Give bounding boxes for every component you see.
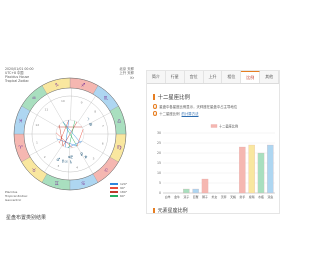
bar (183, 188, 190, 194)
bar (248, 144, 255, 194)
house-number: 2 (44, 155, 46, 159)
zodiac-glyph: ♒ (32, 96, 37, 102)
zodiac-glyph: ♊ (55, 181, 60, 187)
bar (239, 146, 246, 194)
tab-6[interactable]: 比例 (241, 71, 261, 83)
tab-3[interactable]: 宫位 (185, 71, 204, 83)
planet-glyph: ☉ (64, 159, 68, 164)
section-accent-bar (153, 208, 155, 213)
zodiac-glyph: ♉ (32, 168, 37, 174)
info-line-summary: i 星盘中各星座比例显示，天秤座在星盘中占主导地位 (153, 104, 237, 109)
zodiac-glyph: ♌ (104, 168, 108, 174)
method-link[interactable]: 的计算方法 (182, 111, 199, 116)
chart-meta-line: Kr (130, 75, 134, 80)
chart-caption: 星盘布置类别结果 (6, 215, 47, 221)
y-tick-label: 0 (159, 191, 161, 195)
info-method-prefix: 十二星座比例 (159, 112, 180, 116)
tab-bar: 简介 行星 宫位 上升 相位 比例 其他 (147, 71, 280, 84)
aspect-swatch (110, 183, 118, 185)
bar-legend-label: 十二星座比例 (219, 123, 238, 128)
bar (257, 152, 265, 194)
house-number: 12 (35, 123, 39, 127)
planet-glyph: ♀ (80, 151, 83, 156)
house-number: 7 (102, 124, 104, 128)
x-tick-label: 金牛 (174, 194, 180, 199)
house-number: 8 (94, 109, 96, 113)
chart-meta-line: 上升 天秤 (119, 71, 134, 76)
x-tick-label: 天秤 (221, 194, 227, 199)
bar (201, 178, 209, 194)
zodiac-glyph: ♍ (117, 145, 122, 151)
y-tick-label: 25 (157, 141, 161, 145)
planet-glyph: ♂ (56, 157, 60, 162)
zodiac-glyph: ♎ (117, 119, 122, 125)
planet-glyph: ♅ (89, 122, 93, 127)
legend-line: Geocentric (5, 197, 22, 202)
planet-glyph: ☿ (61, 159, 64, 164)
x-tick-label: 白羊 (165, 194, 171, 199)
section-title-elements: 元素星座比例 (153, 207, 188, 214)
natal-chart-panel: ♈ ♉ ♊ ♋ ♌ ♍ ♎ ♏ ♐ ♑ ♒ ♓ 1 2 3 4 5 6 7 8 9 10 11 12 ☉ ☽ ☿ ♀ ♂ ♃ ♄ ♅ ♆ ♇ 20… (2, 64, 140, 214)
house-number: 6 (102, 142, 104, 146)
section-accent-bar (153, 94, 155, 100)
x-tick-label: 水瓶 (258, 194, 264, 199)
tab-5[interactable]: 相位 (222, 71, 242, 83)
tab-4[interactable]: 上升 (204, 71, 223, 83)
bar (192, 188, 199, 194)
section-title: 十二星座比例 (153, 93, 190, 101)
chart-legend-left: Placidus Tropical Zodiac Geocentric (5, 190, 28, 202)
house-number: 10 (61, 99, 65, 103)
aspect-swatch (110, 191, 118, 193)
info-icon: i (153, 111, 158, 116)
x-tick-label: 天蝎 (230, 194, 236, 199)
tab-7[interactable]: 其他 (260, 71, 280, 83)
planet-glyph: ♇ (70, 154, 74, 159)
x-tick-label: 射手 (239, 194, 245, 199)
x-tick-label: 狮子 (202, 194, 208, 199)
zodiac-glyph: ♓ (18, 119, 22, 125)
house-number: 11 (44, 108, 48, 112)
section-title-text: 十二星座比例 (157, 95, 190, 101)
zodiac-glyph: ♏ (104, 96, 109, 102)
y-tick-label: 10 (157, 171, 161, 175)
section-title-elements-text: 元素星座比例 (157, 208, 188, 214)
x-tick-label: 双鱼 (267, 194, 273, 199)
sign-ratio-bar-chart: 十二星座比例 0 5 10 15 20 25 30 白羊 金牛 双子 巨蟹 狮子 处女 天秤 天蝎 射手 摩羯 水瓶… (157, 123, 275, 199)
y-tick-label: 20 (157, 151, 161, 155)
zodiac-glyph: ♐ (81, 83, 85, 89)
info-summary-text: 星盘中各星座比例显示，天秤座在星盘中占主导地位 (159, 105, 238, 109)
chart-meta-left: 2020/01/01 00:00 UTC+8 中国 Placidus House… (5, 67, 34, 83)
chart-meta-line: Tropical Zodiac (5, 79, 29, 84)
bar (267, 144, 274, 194)
aspect-swatch (110, 187, 118, 189)
info-icon: i (153, 104, 158, 109)
house-number: 9 (81, 100, 83, 104)
info-line-method: i 十二星座比例 的计算方法 (153, 111, 198, 116)
zodiac-glyph: ♈ (18, 145, 23, 151)
aspect-legend-label: 60° (120, 194, 126, 198)
tab-1[interactable]: 简介 (147, 71, 166, 83)
x-tick-label: 双子 (183, 194, 189, 199)
x-tick-label: 巨蟹 (193, 194, 199, 199)
aspect-legend-item: 60° (110, 194, 127, 198)
y-tick-label: 5 (159, 181, 161, 185)
house-number: 1 (36, 140, 38, 144)
aspect-legend: 120° 90° 180° 60° (110, 182, 127, 198)
planet-glyph: ♆ (84, 154, 88, 159)
house-number: 4 (76, 165, 78, 169)
planet-glyph: ♄ (69, 159, 73, 164)
bar-legend-swatch (210, 124, 218, 128)
x-tick-label: 摩羯 (249, 194, 255, 199)
house-number: 3 (57, 164, 59, 168)
x-tick-label: 处女 (211, 194, 217, 199)
house-number: 5 (93, 157, 95, 161)
tab-2[interactable]: 行星 (166, 71, 185, 83)
zodiac-glyph: ♋ (81, 181, 85, 187)
y-tick-label: 30 (157, 131, 161, 135)
y-tick-label: 15 (157, 161, 161, 165)
chart-meta-right: 北京 天秤 上升 天秤 Kr (119, 67, 134, 80)
aspect-swatch (110, 195, 118, 197)
zodiac-glyph: ♑ (55, 83, 59, 89)
info-panel: 简介 行星 宫位 上升 相位 比例 其他 十二星座比例 i 星盘中各星座比例显示，天秤座在星… (146, 70, 280, 214)
